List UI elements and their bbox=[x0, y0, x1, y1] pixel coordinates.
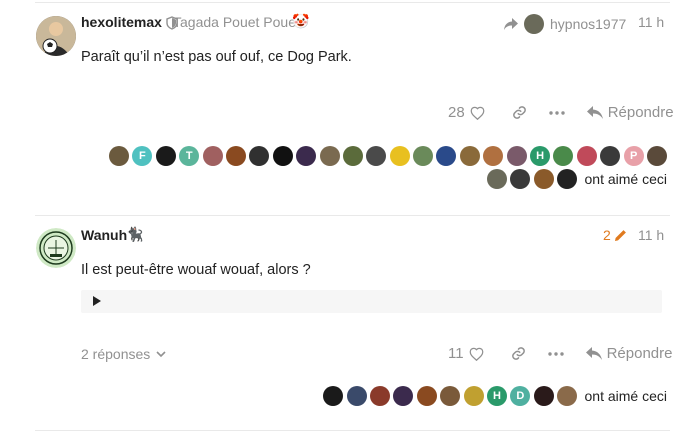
post-time[interactable]: 11 h bbox=[638, 14, 664, 30]
liker-avatar[interactable] bbox=[533, 169, 554, 189]
heart-icon bbox=[470, 106, 485, 120]
avatar-hexolitemax[interactable] bbox=[36, 16, 76, 56]
liker-avatar[interactable] bbox=[155, 146, 176, 166]
liker-avatar[interactable] bbox=[440, 386, 461, 406]
more-options-icon[interactable] bbox=[547, 351, 564, 356]
top-divider bbox=[35, 2, 670, 3]
liker-avatar[interactable] bbox=[319, 146, 340, 166]
post-actions: 11 Répondre bbox=[448, 345, 672, 362]
liker-avatar[interactable] bbox=[486, 169, 507, 189]
post-divider bbox=[35, 215, 670, 216]
liker-avatar[interactable] bbox=[389, 146, 410, 166]
bottom-divider bbox=[35, 430, 670, 431]
reply-arrow-icon bbox=[585, 346, 602, 360]
like-count: 28 bbox=[448, 104, 465, 121]
reply-to-username: hypnos1977 bbox=[550, 16, 627, 32]
post-actions: 28 Répondre bbox=[448, 104, 674, 121]
likers-row-1: F T H Pont aimé ceci bbox=[87, 146, 667, 189]
reply-button[interactable]: Répondre bbox=[585, 345, 673, 362]
edit-count: 2 bbox=[603, 227, 611, 243]
reply-label: Répondre bbox=[606, 345, 673, 362]
liker-avatar[interactable] bbox=[459, 146, 480, 166]
dog-park-logo-icon bbox=[36, 228, 76, 268]
replies-toggle[interactable]: 2 réponses bbox=[81, 346, 166, 362]
liker-avatar[interactable]: T bbox=[179, 146, 200, 166]
avatar-wanuh[interactable] bbox=[36, 228, 76, 268]
reply-label: Répondre bbox=[607, 104, 674, 121]
liker-avatar[interactable] bbox=[393, 386, 414, 406]
username[interactable]: Wanuh bbox=[81, 227, 127, 243]
liker-avatar[interactable] bbox=[225, 146, 246, 166]
cat-icon: 🐈‍⬛ bbox=[126, 226, 144, 242]
liker-avatar[interactable] bbox=[346, 386, 367, 406]
post-time[interactable]: 11 h bbox=[638, 227, 664, 243]
replies-label: 2 réponses bbox=[81, 346, 151, 362]
liker-avatar[interactable] bbox=[370, 386, 390, 406]
liker-avatar[interactable] bbox=[533, 386, 554, 406]
play-icon[interactable] bbox=[93, 296, 101, 306]
liked-by-text[interactable]: ont aimé ceci bbox=[585, 171, 667, 187]
heart-icon bbox=[469, 347, 483, 361]
liker-avatar[interactable] bbox=[416, 386, 437, 406]
liker-avatar[interactable] bbox=[463, 386, 484, 406]
reply-button[interactable]: Répondre bbox=[586, 104, 674, 121]
media-player[interactable] bbox=[81, 290, 662, 313]
liker-avatar[interactable] bbox=[483, 146, 504, 166]
user-title: Tagada Pouet Pouet bbox=[173, 14, 300, 30]
liker-avatar[interactable] bbox=[413, 146, 434, 166]
liker-avatar[interactable] bbox=[557, 386, 578, 406]
link-icon[interactable] bbox=[512, 105, 527, 120]
liker-avatar[interactable] bbox=[506, 146, 527, 166]
post-body: Paraît qu’il n’est pas ouf ouf, ce Dog P… bbox=[81, 49, 352, 65]
edit-history[interactable]: 2 bbox=[603, 227, 627, 243]
reply-to-info[interactable]: hypnos1977 bbox=[504, 14, 626, 34]
liker-avatar[interactable]: H bbox=[486, 386, 507, 406]
liker-avatar[interactable] bbox=[366, 146, 387, 166]
liker-avatar[interactable]: H bbox=[530, 146, 551, 166]
reply-arrow-icon bbox=[586, 105, 603, 119]
link-icon[interactable] bbox=[511, 346, 526, 361]
liker-avatar[interactable] bbox=[296, 146, 317, 166]
likers-row-2: H Dont aimé ceci bbox=[87, 386, 667, 406]
liker-avatar[interactable]: D bbox=[510, 386, 531, 406]
username[interactable]: hexolitemax bbox=[81, 14, 162, 30]
avatar-hypnos1977 bbox=[524, 14, 544, 34]
pencil-icon bbox=[614, 229, 626, 241]
like-button[interactable]: 28 bbox=[448, 104, 485, 121]
clown-emoji-icon: 🤡 bbox=[292, 13, 310, 29]
liker-avatar[interactable] bbox=[647, 146, 667, 166]
liker-avatar[interactable] bbox=[436, 146, 457, 166]
like-count: 11 bbox=[448, 345, 464, 362]
liked-by-text[interactable]: ont aimé ceci bbox=[585, 388, 667, 404]
chevron-down-icon bbox=[156, 350, 166, 357]
liker-avatar[interactable]: P bbox=[623, 146, 644, 166]
liker-avatar[interactable] bbox=[557, 169, 578, 189]
liker-avatar[interactable] bbox=[342, 146, 363, 166]
user-photo-icon bbox=[36, 16, 76, 56]
liker-avatar[interactable] bbox=[202, 146, 223, 166]
liker-avatar[interactable] bbox=[576, 146, 597, 166]
liker-avatar[interactable] bbox=[272, 146, 293, 166]
share-arrow-icon bbox=[504, 18, 518, 30]
more-options-icon[interactable] bbox=[548, 110, 565, 115]
liker-avatar[interactable] bbox=[600, 146, 621, 166]
liker-avatar[interactable] bbox=[323, 386, 344, 406]
liker-avatar[interactable]: F bbox=[132, 146, 153, 166]
post-body: Il est peut-être wouaf wouaf, alors ? bbox=[81, 262, 311, 278]
liker-avatar[interactable] bbox=[510, 169, 531, 189]
liker-avatar[interactable] bbox=[553, 146, 574, 166]
liker-avatar[interactable] bbox=[109, 146, 130, 166]
liker-avatar[interactable] bbox=[249, 146, 270, 166]
like-button[interactable]: 11 bbox=[448, 345, 484, 362]
